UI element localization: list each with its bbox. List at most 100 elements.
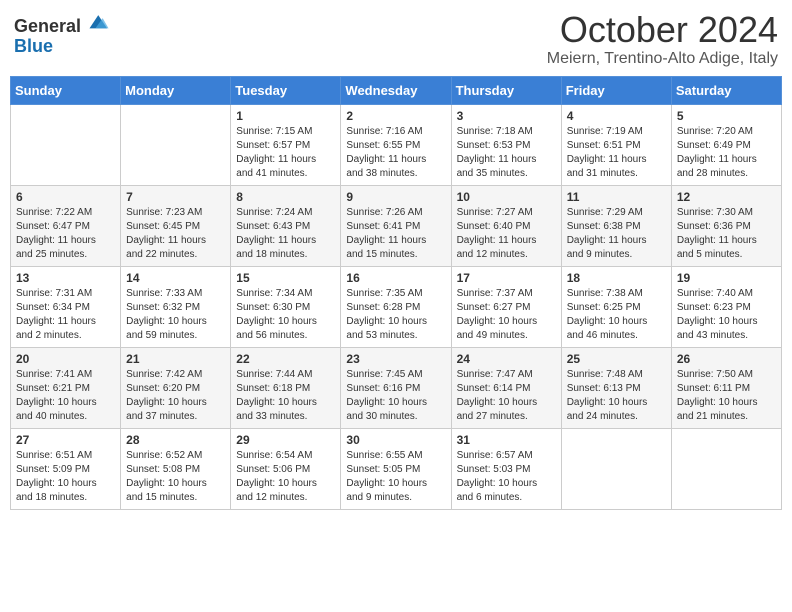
calendar-cell: 26 Sunrise: 7:50 AMSunset: 6:11 PMDayligh…	[671, 347, 781, 428]
day-info: Sunrise: 7:34 AMSunset: 6:30 PMDaylight:…	[236, 287, 335, 343]
calendar-cell: 1 Sunrise: 7:15 AMSunset: 6:57 PMDaylight…	[231, 104, 341, 185]
day-number: 5	[677, 109, 776, 123]
calendar-cell: 6 Sunrise: 7:22 AMSunset: 6:47 PMDaylight…	[11, 185, 121, 266]
logo: General Blue	[14, 10, 110, 55]
day-number: 21	[126, 352, 225, 366]
logo-general-text: General	[14, 16, 81, 36]
day-number: 29	[236, 433, 335, 447]
day-info: Sunrise: 7:22 AMSunset: 6:47 PMDaylight:…	[16, 206, 115, 262]
day-number: 9	[346, 190, 445, 204]
day-info: Sunrise: 6:52 AMSunset: 5:08 PMDaylight:…	[126, 449, 225, 505]
day-number: 19	[677, 271, 776, 285]
day-info: Sunrise: 6:54 AMSunset: 5:06 PMDaylight:…	[236, 449, 335, 505]
day-number: 20	[16, 352, 115, 366]
calendar-cell: 13 Sunrise: 7:31 AMSunset: 6:34 PMDayligh…	[11, 266, 121, 347]
calendar-cell: 27 Sunrise: 6:51 AMSunset: 5:09 PMDayligh…	[11, 428, 121, 509]
day-number: 7	[126, 190, 225, 204]
weekday-header-wednesday: Wednesday	[341, 76, 451, 104]
day-number: 24	[457, 352, 556, 366]
day-info: Sunrise: 7:20 AMSunset: 6:49 PMDaylight:…	[677, 125, 776, 181]
day-number: 3	[457, 109, 556, 123]
calendar-cell: 16Sunrise: 7:35 AMSunset: 6:28 PMDayligh…	[341, 266, 451, 347]
day-number: 15	[236, 271, 335, 285]
day-info: Sunrise: 7:33 AMSunset: 6:32 PMDaylight:…	[126, 287, 225, 343]
day-number: 22	[236, 352, 335, 366]
calendar-cell: 22 Sunrise: 7:44 AMSunset: 6:18 PMDayligh…	[231, 347, 341, 428]
day-info: Sunrise: 7:40 AMSunset: 6:23 PMDaylight:…	[677, 287, 776, 343]
day-info: Sunrise: 7:37 AMSunset: 6:27 PMDaylight:…	[457, 287, 556, 343]
month-title: October 2024	[547, 10, 778, 50]
day-number: 30	[346, 433, 445, 447]
logo-icon	[88, 10, 110, 32]
weekday-header-tuesday: Tuesday	[231, 76, 341, 104]
calendar-week-row: 13 Sunrise: 7:31 AMSunset: 6:34 PMDayligh…	[11, 266, 782, 347]
day-number: 12	[677, 190, 776, 204]
logo-blue-text	[81, 16, 110, 36]
day-info: Sunrise: 7:41 AMSunset: 6:21 PMDaylight:…	[16, 368, 115, 424]
day-info: Sunrise: 7:30 AMSunset: 6:36 PMDaylight:…	[677, 206, 776, 262]
day-number: 2	[346, 109, 445, 123]
day-info: Sunrise: 7:24 AMSunset: 6:43 PMDaylight:…	[236, 206, 335, 262]
calendar-cell: 24 Sunrise: 7:47 AMSunset: 6:14 PMDayligh…	[451, 347, 561, 428]
day-info: Sunrise: 7:48 AMSunset: 6:13 PMDaylight:…	[567, 368, 666, 424]
day-number: 8	[236, 190, 335, 204]
title-block: October 2024 Meiern, Trentino-Alto Adige…	[547, 10, 778, 68]
calendar-cell: 4 Sunrise: 7:19 AMSunset: 6:51 PMDaylight…	[561, 104, 671, 185]
day-number: 17	[457, 271, 556, 285]
day-number: 4	[567, 109, 666, 123]
calendar-cell: 11 Sunrise: 7:29 AMSunset: 6:38 PMDayligh…	[561, 185, 671, 266]
day-info: Sunrise: 7:15 AMSunset: 6:57 PMDaylight:…	[236, 125, 335, 181]
calendar-cell: 19 Sunrise: 7:40 AMSunset: 6:23 PMDayligh…	[671, 266, 781, 347]
calendar-cell: 31Sunrise: 6:57 AMSunset: 5:03 PMDayligh…	[451, 428, 561, 509]
day-number: 13	[16, 271, 115, 285]
calendar-cell: 21 Sunrise: 7:42 AMSunset: 6:20 PMDayligh…	[121, 347, 231, 428]
day-info: Sunrise: 6:51 AMSunset: 5:09 PMDaylight:…	[16, 449, 115, 505]
day-info: Sunrise: 7:31 AMSunset: 6:34 PMDaylight:…	[16, 287, 115, 343]
calendar-week-row: 1 Sunrise: 7:15 AMSunset: 6:57 PMDaylight…	[11, 104, 782, 185]
day-info: Sunrise: 7:47 AMSunset: 6:14 PMDaylight:…	[457, 368, 556, 424]
logo-blue-label: Blue	[14, 37, 110, 55]
day-number: 11	[567, 190, 666, 204]
calendar-cell: 7 Sunrise: 7:23 AMSunset: 6:45 PMDaylight…	[121, 185, 231, 266]
day-info: Sunrise: 7:42 AMSunset: 6:20 PMDaylight:…	[126, 368, 225, 424]
day-number: 18	[567, 271, 666, 285]
weekday-header-friday: Friday	[561, 76, 671, 104]
calendar-cell: 28 Sunrise: 6:52 AMSunset: 5:08 PMDayligh…	[121, 428, 231, 509]
calendar-cell: 12 Sunrise: 7:30 AMSunset: 6:36 PMDayligh…	[671, 185, 781, 266]
calendar-cell: 30 Sunrise: 6:55 AMSunset: 5:05 PMDayligh…	[341, 428, 451, 509]
day-number: 27	[16, 433, 115, 447]
weekday-header-saturday: Saturday	[671, 76, 781, 104]
day-info: Sunrise: 7:26 AMSunset: 6:41 PMDaylight:…	[346, 206, 445, 262]
day-info: Sunrise: 7:29 AMSunset: 6:38 PMDaylight:…	[567, 206, 666, 262]
day-info: Sunrise: 6:57 AMSunset: 5:03 PMDaylight:…	[457, 449, 556, 505]
calendar-cell: 23 Sunrise: 7:45 AMSunset: 6:16 PMDayligh…	[341, 347, 451, 428]
location-subtitle: Meiern, Trentino-Alto Adige, Italy	[547, 50, 778, 68]
calendar-cell: 20 Sunrise: 7:41 AMSunset: 6:21 PMDayligh…	[11, 347, 121, 428]
day-number: 28	[126, 433, 225, 447]
day-info: Sunrise: 7:23 AMSunset: 6:45 PMDaylight:…	[126, 206, 225, 262]
weekday-header-monday: Monday	[121, 76, 231, 104]
day-number: 6	[16, 190, 115, 204]
calendar-cell	[561, 428, 671, 509]
day-info: Sunrise: 7:50 AMSunset: 6:11 PMDaylight:…	[677, 368, 776, 424]
calendar-cell: 29 Sunrise: 6:54 AMSunset: 5:06 PMDayligh…	[231, 428, 341, 509]
day-info: Sunrise: 7:44 AMSunset: 6:18 PMDaylight:…	[236, 368, 335, 424]
calendar-cell	[11, 104, 121, 185]
calendar-cell: 14Sunrise: 7:33 AMSunset: 6:32 PMDayligh…	[121, 266, 231, 347]
calendar-cell: 10Sunrise: 7:27 AMSunset: 6:40 PMDayligh…	[451, 185, 561, 266]
day-number: 16	[346, 271, 445, 285]
calendar-cell	[121, 104, 231, 185]
day-info: Sunrise: 6:55 AMSunset: 5:05 PMDaylight:…	[346, 449, 445, 505]
calendar-cell: 25 Sunrise: 7:48 AMSunset: 6:13 PMDayligh…	[561, 347, 671, 428]
day-info: Sunrise: 7:19 AMSunset: 6:51 PMDaylight:…	[567, 125, 666, 181]
calendar-cell: 17 Sunrise: 7:37 AMSunset: 6:27 PMDayligh…	[451, 266, 561, 347]
calendar-cell: 5 Sunrise: 7:20 AMSunset: 6:49 PMDaylight…	[671, 104, 781, 185]
page-header: General Blue October 2024 Meiern, Trenti…	[10, 10, 782, 68]
day-info: Sunrise: 7:27 AMSunset: 6:40 PMDaylight:…	[457, 206, 556, 262]
day-number: 23	[346, 352, 445, 366]
day-number: 26	[677, 352, 776, 366]
day-number: 25	[567, 352, 666, 366]
day-number: 1	[236, 109, 335, 123]
day-info: Sunrise: 7:45 AMSunset: 6:16 PMDaylight:…	[346, 368, 445, 424]
weekday-header-row: SundayMondayTuesdayWednesdayThursdayFrid…	[11, 76, 782, 104]
